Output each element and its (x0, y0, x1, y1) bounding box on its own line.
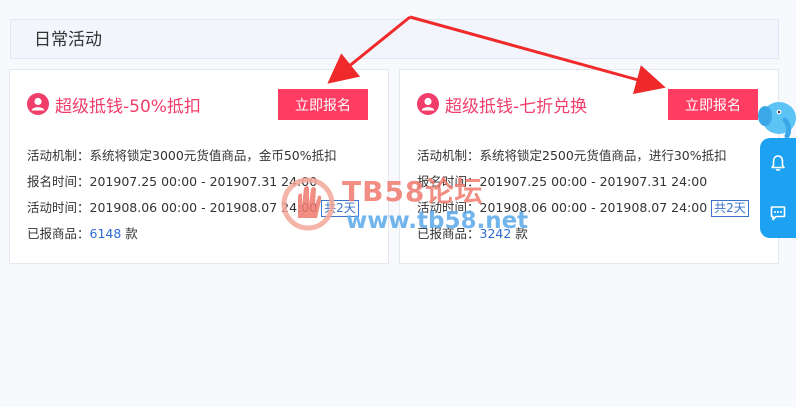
duration-badge: 共2天 (321, 200, 359, 217)
reported-count: 3242 (479, 226, 512, 241)
card-header: 超级抵钱-七折兑换 (417, 92, 588, 117)
mechanism-label: 活动机制： (27, 148, 90, 163)
signup-time-label: 报名时间： (27, 174, 90, 189)
activity-card: 超级抵钱-50%抵扣 立即报名 活动机制：系统将锁定3000元货值商品，金币50… (9, 69, 389, 264)
mechanism-label: 活动机制： (417, 148, 480, 163)
signup-time-value: 201907.25 00:00 - 201907.31 24:00 (479, 174, 708, 189)
user-icon (417, 93, 439, 115)
activity-time-label: 活动时间： (417, 200, 480, 215)
reported-unit: 款 (121, 226, 138, 241)
reported-count: 6148 (89, 226, 122, 241)
activity-time-label: 活动时间： (27, 200, 90, 215)
card-header: 超级抵钱-50%抵扣 (27, 92, 201, 117)
activity-time-value: 201908.06 00:00 - 201908.07 24:00 (89, 200, 318, 215)
chat-button[interactable] (760, 188, 796, 238)
duration-badge: 共2天 (711, 200, 749, 217)
reported-label: 已报商品： (27, 226, 90, 241)
user-icon (27, 93, 49, 115)
card-info: 活动机制：系统将锁定2500元货值商品，进行30%抵扣 报名时间：201907.… (417, 143, 749, 247)
reported-label: 已报商品： (417, 226, 480, 241)
signup-time-label: 报名时间： (417, 174, 480, 189)
section-header: 日常活动 (10, 19, 779, 59)
reported-unit: 款 (511, 226, 528, 241)
section-title: 日常活动 (34, 30, 102, 50)
signup-button[interactable]: 立即报名 (278, 89, 368, 120)
elephant-mascot-icon[interactable] (757, 98, 796, 140)
bell-icon (771, 155, 785, 171)
activity-time-value: 201908.06 00:00 - 201908.07 24:00 (479, 200, 708, 215)
signup-button[interactable]: 立即报名 (668, 89, 758, 120)
card-title: 超级抵钱-七折兑换 (445, 96, 588, 117)
activity-card: 超级抵钱-七折兑换 立即报名 活动机制：系统将锁定2500元货值商品，进行30%… (399, 69, 779, 264)
mechanism-value: 系统将锁定2500元货值商品，进行30%抵扣 (479, 148, 727, 163)
notification-button[interactable] (760, 138, 796, 188)
signup-time-value: 201907.25 00:00 - 201907.31 24:00 (89, 174, 318, 189)
card-title: 超级抵钱-50%抵扣 (55, 96, 201, 117)
card-info: 活动机制：系统将锁定3000元货值商品，金币50%抵扣 报名时间：201907.… (27, 143, 359, 247)
chat-icon (770, 206, 786, 221)
mechanism-value: 系统将锁定3000元货值商品，金币50%抵扣 (89, 148, 337, 163)
side-floating-panel (760, 138, 796, 238)
